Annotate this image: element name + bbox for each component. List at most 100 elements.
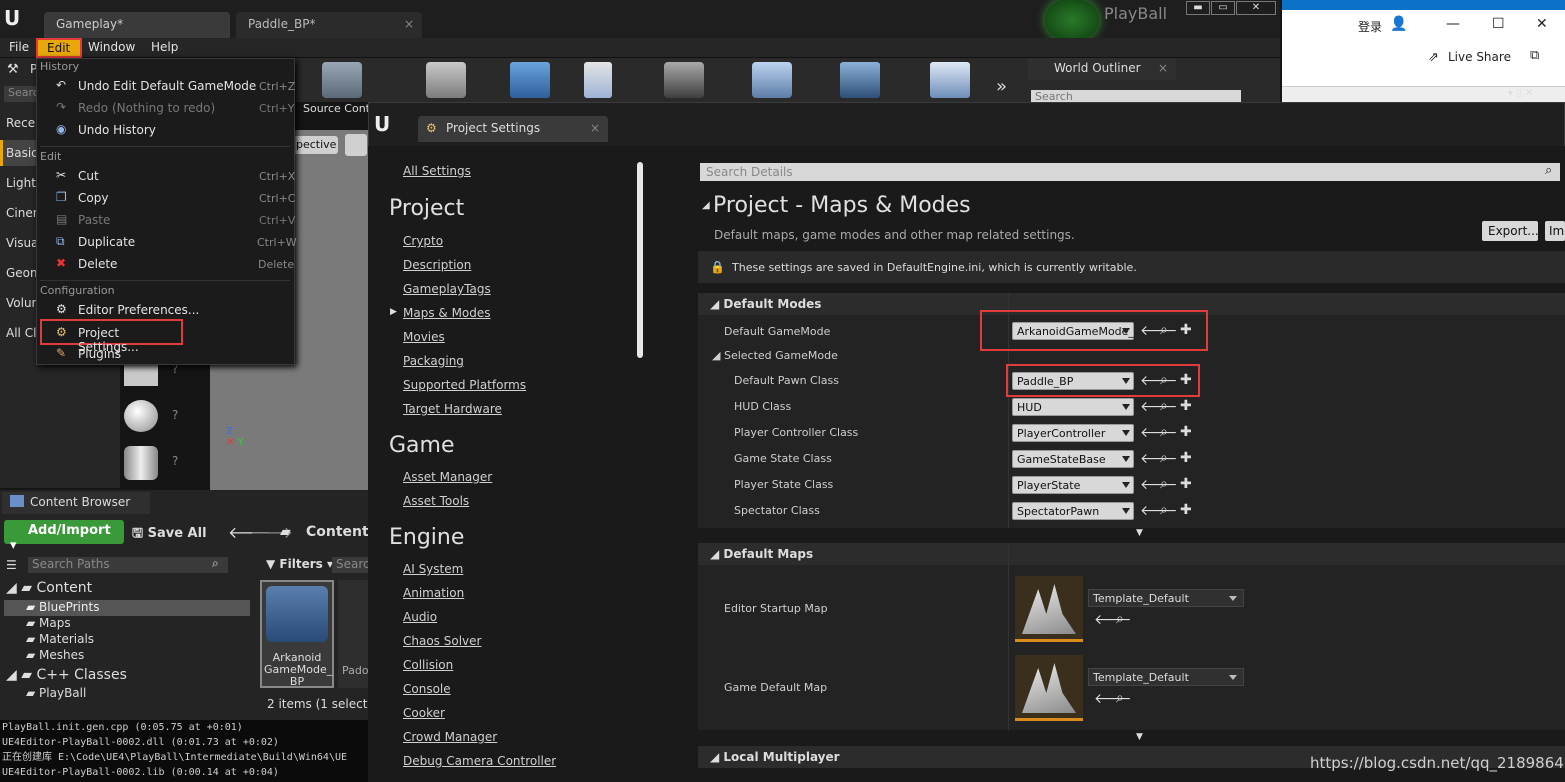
viewport-mode-button[interactable] [345,134,367,156]
nav-description[interactable]: Description [403,258,471,272]
close-icon[interactable]: × [1158,61,1168,75]
use-selected-icon[interactable]: 🡐 [1140,450,1178,467]
browse-icon[interactable]: ⌕ [1160,322,1168,338]
import-button[interactable]: Im [1545,221,1565,241]
nav-ai-system[interactable]: AI System [403,562,463,576]
sphere-icon[interactable] [124,400,158,432]
sequencer-icon[interactable] [584,62,612,98]
cat-basic[interactable]: Basic [6,146,38,160]
menu-copy[interactable]: ❐ Copy [56,188,291,208]
menu-project-settings[interactable]: ⚙ Project Settings... [40,319,183,354]
tab-gameplay[interactable]: Gameplay* [44,12,230,38]
use-selected-icon[interactable]: 🡐 [1140,372,1178,389]
close-icon[interactable]: × [590,121,600,135]
maximize-button[interactable]: ▭ [1211,1,1235,15]
player-controller-class-select[interactable]: PlayerController [1012,424,1134,442]
close-button[interactable]: ✕ [1236,1,1276,15]
user-icon[interactable]: 👤 [1390,16,1407,32]
viewport-perspective-button[interactable]: pective [292,136,338,154]
add-icon[interactable]: ✚ [1180,424,1192,440]
search-paths-input[interactable]: Search Paths [28,557,228,573]
login-link[interactable]: 登录 [1358,18,1382,35]
browse-icon[interactable]: ⌕ [1160,372,1168,388]
nav-asset-tools[interactable]: Asset Tools [403,494,469,508]
add-icon[interactable]: ✚ [1180,372,1192,388]
menu-editor-preferences[interactable]: ⚙ Editor Preferences... [56,300,291,320]
nav-crowd-manager[interactable]: Crowd Manager [403,730,497,744]
use-selected-icon[interactable]: 🡐 [1094,611,1132,628]
menu-help[interactable]: Help [151,40,178,54]
live-share-icon[interactable]: ⇗ [1428,50,1439,65]
nav-cooker[interactable]: Cooker [403,706,445,720]
content-browser-tab[interactable]: Content Browser [2,492,150,514]
tree-item-blueprints[interactable]: ▰ BluePrints [4,600,250,616]
add-icon[interactable]: ✚ [1180,502,1192,518]
menu-duplicate[interactable]: ⧉ Duplicate [56,232,291,252]
tree-item-playball[interactable]: ▰ PlayBall [26,686,86,700]
tree-item-content[interactable]: ◢ ▰ Content [6,580,92,596]
asset-search[interactable]: Searc [332,557,370,573]
menu-edit[interactable]: Edit [36,38,82,58]
nav-audio[interactable]: Audio [403,610,437,624]
nav-supported-platforms[interactable]: Supported Platforms [403,378,526,392]
tree-item-materials[interactable]: ▰ Materials [26,632,94,646]
use-selected-icon[interactable]: 🡐 [1140,502,1178,519]
browse-icon[interactable]: ⌕ [1116,611,1124,627]
browse-icon[interactable]: ⌕ [1160,424,1168,440]
place-search[interactable]: Searc [4,86,39,102]
cat-visual[interactable]: Visua [6,236,39,250]
browse-icon[interactable]: ⌕ [1160,450,1168,466]
cylinder-icon[interactable] [124,446,158,480]
menu-cut[interactable]: ✂ Cut [56,166,291,186]
expand-arrow-icon[interactable]: ▼ [1136,528,1143,538]
menu-plugins[interactable]: ✎ Plugins [56,344,291,364]
game-default-map-select[interactable]: Template_Default [1088,668,1244,686]
tree-item-cpp-classes[interactable]: ◢ ▰ C++ Classes [6,667,127,683]
game-state-class-select[interactable]: GameStateBase [1012,450,1134,468]
overflow-chevron-icon[interactable]: » [996,76,1007,97]
spectator-class-select[interactable]: SpectatorPawn [1012,502,1134,520]
use-selected-icon[interactable]: 🡐 [1140,424,1178,441]
blueprints-icon[interactable] [510,62,550,98]
nav-collision[interactable]: Collision [403,658,453,672]
menu-undo[interactable]: ↶ Undo Edit Default GameMode [56,76,291,96]
world-outliner-tab[interactable]: World Outliner × [1028,58,1176,80]
default-gamemode-select[interactable]: ArkanoidGameMode_ [1012,322,1134,340]
project-settings-tab[interactable]: Project Settings × [418,116,608,142]
source-control-icon[interactable] [322,62,362,98]
menu-undo-history[interactable]: ◉ Undo History [56,120,291,140]
nav-maps-modes[interactable]: Maps & Modes [403,306,491,320]
build-icon[interactable] [664,62,704,98]
hud-class-select[interactable]: HUD [1012,398,1134,416]
nav-crypto[interactable]: Crypto [403,234,443,248]
section-default-maps[interactable]: ◢ Default Maps [698,543,1565,565]
add-import-button[interactable]: Add/Import ▾ [4,520,124,553]
nav-packaging[interactable]: Packaging [403,354,464,368]
browse-icon[interactable]: ⌕ [1160,476,1168,492]
share-icon[interactable]: ⧉ [1530,48,1539,63]
cinematics-icon[interactable] [840,62,880,98]
play-icon[interactable] [1045,0,1099,40]
export-button[interactable]: Export... [1482,221,1539,241]
menu-file[interactable]: File [9,40,29,54]
nav-movies[interactable]: Movies [403,330,445,344]
vs-minimize-button[interactable]: — [1446,16,1460,32]
close-icon[interactable]: × [404,17,414,31]
nav-console[interactable]: Console [403,682,451,696]
nav-all-settings[interactable]: All Settings [403,164,471,178]
add-icon[interactable]: ✚ [1180,398,1192,414]
editor-startup-map-select[interactable]: Template_Default [1088,589,1244,607]
expand-arrow-icon[interactable]: ▼ [1136,732,1143,742]
use-selected-icon[interactable]: 🡐 [1094,690,1132,707]
tab-paddle-bp[interactable]: Paddle_BP* × [236,12,422,38]
nav-debug-camera-controller[interactable]: Debug Camera Controller [403,754,556,768]
launch-icon[interactable] [930,62,970,98]
collapse-arrow-icon[interactable]: ◢ [702,200,710,211]
browse-icon[interactable]: ⌕ [1116,690,1124,706]
nav-animation[interactable]: Animation [403,586,464,600]
nav-target-hardware[interactable]: Target Hardware [403,402,502,416]
save-all-button[interactable]: 🖫 Save All [132,524,207,546]
help-icon[interactable]: ? [172,408,178,422]
nav-asset-manager[interactable]: Asset Manager [403,470,492,484]
menu-window[interactable]: Window [88,40,135,54]
